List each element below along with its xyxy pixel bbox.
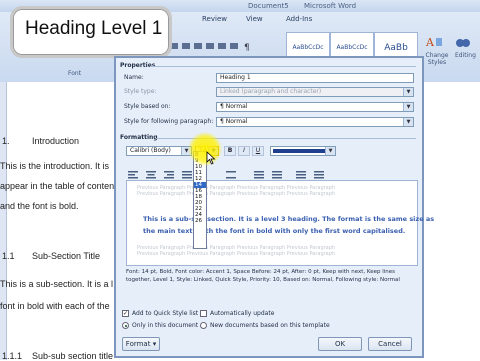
body-line[interactable]: This is a sub-section. It is a l <box>0 279 113 289</box>
font-name-select[interactable]: Calibri (Body) ▼ <box>126 146 192 156</box>
style-name-input[interactable]: Heading 1 <box>216 73 414 83</box>
heading-level-tooltip: Heading Level 1 <box>10 6 172 58</box>
name-label: Name: <box>124 74 144 81</box>
svg-text:A: A <box>425 36 435 49</box>
body-line[interactable]: This is the introduction. It is <box>0 161 109 171</box>
new-documents-label: New documents based on this template <box>210 322 330 329</box>
tab-review[interactable]: Review <box>202 15 227 23</box>
paragraph-toolbar-icons[interactable]: ¶ <box>170 36 280 53</box>
auto-update-label: Automatically update <box>210 310 275 317</box>
style-type-label: Style type: <box>124 88 157 95</box>
style-type-value: Linked (paragraph and character) <box>220 88 322 95</box>
add-quick-style-checkbox[interactable]: ✓ <box>122 310 129 317</box>
format-menu-button[interactable]: Format ▾ <box>122 337 160 351</box>
font-size-option[interactable]: 26 <box>194 218 206 224</box>
style-preview-pane: Previous Paragraph Previous Paragraph Pr… <box>126 180 434 266</box>
binoculars-icon[interactable] <box>455 34 471 50</box>
only-this-document-radio[interactable] <box>122 322 129 329</box>
font-group-label: Font <box>68 70 82 77</box>
subsection-title[interactable]: Sub-Section Title <box>32 251 100 261</box>
tooltip-text: Heading Level 1 <box>25 18 163 39</box>
mouse-pointer-highlight <box>188 132 222 166</box>
italic-button[interactable]: I <box>238 146 250 156</box>
body-line[interactable]: font in bold with each of the <box>0 301 110 311</box>
new-documents-radio[interactable] <box>200 322 207 329</box>
heading-number: 1. <box>2 136 10 146</box>
following-paragraph-value: ¶ Normal <box>220 118 248 125</box>
chevron-down-icon[interactable]: ▼ <box>325 147 335 155</box>
style-based-on-select[interactable]: ¶ Normal ▼ <box>216 102 414 112</box>
following-paragraph-label: Style for following paragraph: <box>124 118 214 125</box>
formatting-section-label: Formatting <box>120 134 158 141</box>
font-color-select[interactable]: ▼ <box>270 146 336 156</box>
following-paragraph-select[interactable]: ¶ Normal ▼ <box>216 117 414 127</box>
paragraph-format-toolbar[interactable] <box>126 166 416 179</box>
mouse-pointer-icon <box>206 150 216 165</box>
underline-button[interactable]: U <box>252 146 264 156</box>
chevron-down-icon[interactable]: ▼ <box>403 103 413 111</box>
style-type-select: Linked (paragraph and character) ▼ <box>216 87 414 97</box>
add-quick-style-label: Add to Quick Style list <box>132 310 199 317</box>
change-styles-label[interactable]: Change Styles <box>424 52 450 66</box>
window-title-app: Microsoft Word <box>304 2 357 10</box>
preview-ghost-text: Previous Paragraph Previous Paragraph Pr… <box>137 191 336 197</box>
auto-update-checkbox[interactable] <box>200 310 207 317</box>
body-line[interactable]: appear in the table of content <box>0 181 117 191</box>
preview-ghost-text: Previous Paragraph Previous Paragraph Pr… <box>137 251 336 257</box>
chevron-down-icon[interactable]: ▼ <box>403 118 413 126</box>
bold-button[interactable]: B <box>224 146 236 156</box>
ok-button[interactable]: OK <box>318 337 362 351</box>
preview-sample-line: the main text, with the font in bold wit… <box>143 227 406 235</box>
style-based-on-label: Style based on: <box>124 103 171 110</box>
chevron-down-icon: ▼ <box>403 88 413 96</box>
svg-text:¶: ¶ <box>244 43 250 51</box>
change-styles-icon[interactable]: A <box>424 34 444 50</box>
tab-add-ins[interactable]: Add-Ins <box>286 15 312 23</box>
editing-label[interactable]: Editing <box>455 52 476 59</box>
window-title-document: Document5 <box>248 2 289 10</box>
body-line[interactable]: and the font is bold. <box>0 201 79 211</box>
preview-sample-line: This is a sub-sub-section. It is a level… <box>143 215 435 223</box>
properties-divider <box>150 66 416 67</box>
subsection-number: 1.1 <box>2 251 15 261</box>
vertical-ruler <box>0 82 7 360</box>
only-this-document-label: Only in this document <box>132 322 199 329</box>
style-based-on-value: ¶ Normal <box>220 103 248 110</box>
font-color-swatch <box>273 149 325 153</box>
tab-view[interactable]: View <box>246 15 263 23</box>
style-description: Font: 14 pt, Bold, Font color: Accent 1,… <box>126 269 400 283</box>
cancel-button[interactable]: Cancel <box>368 337 412 351</box>
heading-introduction[interactable]: Introduction <box>32 136 79 146</box>
font-name-value: Calibri (Body) <box>130 147 171 154</box>
